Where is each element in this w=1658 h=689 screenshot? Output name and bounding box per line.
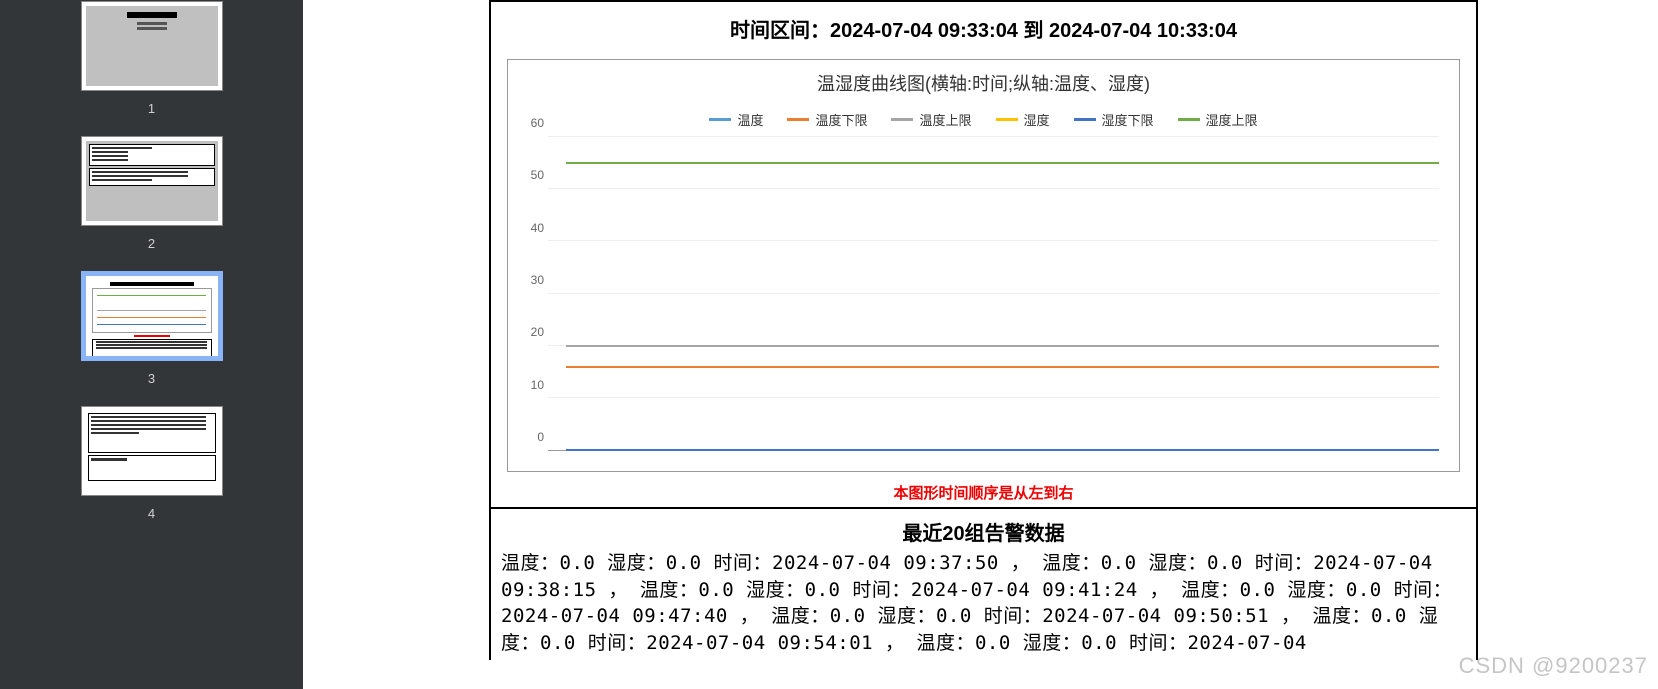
thumbnail-item-2[interactable]: 2 — [0, 136, 303, 251]
time-range-heading: 时间区间：2024-07-04 09:33:04 到 2024-07-04 10… — [491, 2, 1476, 51]
thumbnail-sidebar[interactable]: 1 2 — [0, 0, 303, 689]
legend-label: 温度 — [737, 110, 763, 129]
thumbnail-4[interactable] — [81, 406, 223, 496]
legend-item: 温度下限 — [787, 110, 867, 129]
chart-legend: 温度 温度下限 温度上限 湿度 湿度下限 湿度上限 — [518, 110, 1449, 129]
thumbnail-2[interactable] — [81, 136, 223, 226]
document-page: 时间区间：2024-07-04 09:33:04 到 2024-07-04 10… — [489, 0, 1658, 660]
y-tick: 60 — [531, 116, 544, 130]
legend-item: 温度 — [709, 110, 763, 129]
legend-label: 湿度 — [1024, 110, 1050, 129]
series-line — [566, 366, 1439, 368]
series-line — [566, 345, 1439, 347]
y-tick: 10 — [531, 378, 544, 392]
y-axis: 0 10 20 30 40 50 60 — [518, 137, 546, 451]
thumbnail-label: 4 — [148, 506, 155, 521]
pdf-viewer: 1 2 — [0, 0, 1658, 689]
thumbnail-item-3[interactable]: 3 — [0, 271, 303, 386]
legend-label: 湿度下限 — [1102, 110, 1154, 129]
legend-label: 温度下限 — [815, 110, 867, 129]
thumbnail-label: 3 — [148, 371, 155, 386]
y-tick: 0 — [537, 430, 544, 444]
main-content[interactable]: 时间区间：2024-07-04 09:33:04 到 2024-07-04 10… — [303, 0, 1658, 689]
legend-label: 温度上限 — [919, 110, 971, 129]
alert-heading: 最近20组告警数据 — [491, 509, 1476, 550]
thumbnail-label: 1 — [148, 101, 155, 116]
alert-body: 温度：0.0 湿度：0.0 时间：2024-07-04 09:37:50 ， 温… — [491, 550, 1476, 660]
chart-title: 温湿度曲线图(横轴:时间;纵轴:温度、湿度) — [518, 70, 1449, 96]
thumbnail-label: 2 — [148, 236, 155, 251]
chart-plot-area: 0 10 20 30 40 50 60 — [548, 137, 1439, 465]
thumbnail-item-1[interactable]: 1 — [0, 1, 303, 116]
y-tick: 40 — [531, 221, 544, 235]
series-line — [566, 449, 1439, 451]
plot-region — [548, 137, 1439, 451]
y-tick: 30 — [531, 273, 544, 287]
series-line — [566, 162, 1439, 164]
y-tick: 20 — [531, 325, 544, 339]
thumbnail-item-4[interactable]: 4 — [0, 406, 303, 521]
legend-item: 湿度 — [996, 110, 1050, 129]
legend-item: 湿度下限 — [1074, 110, 1154, 129]
legend-item: 湿度上限 — [1178, 110, 1258, 129]
chart-note: 本图形时间顺序是从左到右 — [491, 476, 1476, 507]
legend-item: 温度上限 — [891, 110, 971, 129]
thumbnail-3[interactable] — [81, 271, 223, 361]
legend-label: 湿度上限 — [1206, 110, 1258, 129]
y-tick: 50 — [531, 168, 544, 182]
alert-section: 最近20组告警数据 温度：0.0 湿度：0.0 时间：2024-07-04 09… — [491, 507, 1476, 660]
thumbnail-1[interactable] — [81, 1, 223, 91]
chart-container: 温湿度曲线图(横轴:时间;纵轴:温度、湿度) 温度 温度下限 温度上限 湿度 湿… — [507, 59, 1460, 472]
